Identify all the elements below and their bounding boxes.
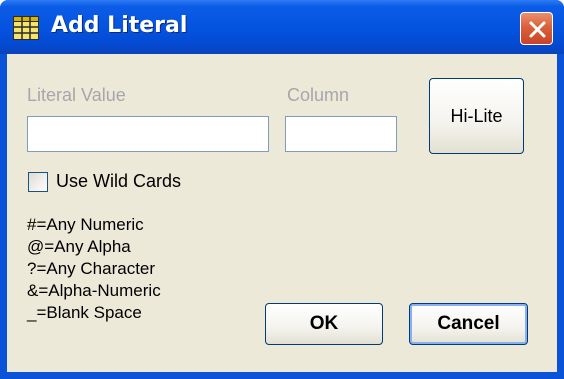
title-bar[interactable]: Add Literal: [0, 0, 564, 54]
legend-item: _=Blank Space: [27, 303, 142, 322]
legend-item: #=Any Numeric: [27, 215, 144, 234]
legend-item: &=Alpha-Numeric: [27, 281, 161, 300]
table-grid-icon: [13, 16, 39, 40]
close-x-icon: [529, 21, 546, 38]
column-label: Column: [287, 85, 350, 105]
legend-item: @=Any Alpha: [27, 237, 131, 256]
add-literal-dialog: Add Literal Literal Value Column Hi-Lite…: [0, 0, 564, 379]
ok-button[interactable]: OK: [265, 303, 383, 345]
dialog-title: Add Literal: [51, 13, 188, 38]
wildcard-legend: #=Any Numeric @=Any Alpha ?=Any Characte…: [27, 214, 161, 324]
close-button[interactable]: [520, 12, 553, 45]
legend-item: ?=Any Character: [27, 259, 156, 278]
dialog-body: Literal Value Column Hi-Lite Use Wild Ca…: [7, 54, 557, 372]
literal-value-input[interactable]: [27, 116, 269, 152]
use-wild-cards-checkbox[interactable]: [28, 172, 48, 192]
literal-value-label: Literal Value: [27, 85, 126, 105]
use-wild-cards-label[interactable]: Use Wild Cards: [56, 171, 181, 192]
hilite-button[interactable]: Hi-Lite: [429, 78, 524, 154]
cancel-button[interactable]: Cancel: [409, 303, 528, 345]
column-input[interactable]: [285, 116, 397, 152]
